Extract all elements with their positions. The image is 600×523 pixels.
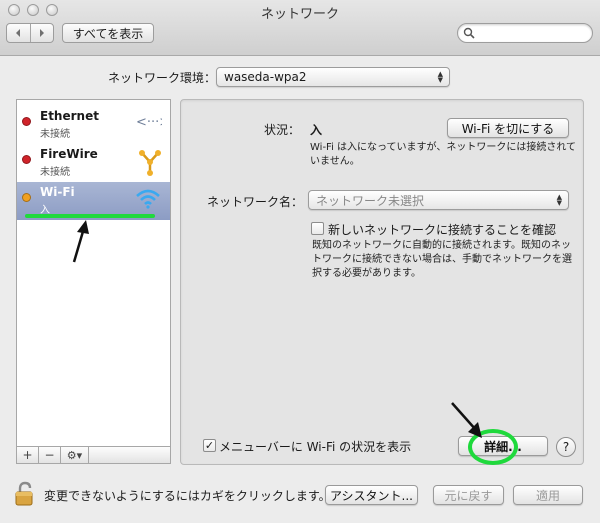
network-name-value: ネットワーク未選択 <box>316 193 425 208</box>
ask-to-join-description: 既知のネットワークに自動的に接続されます。既知のネットワークに接続できない場合は… <box>312 240 572 279</box>
service-list: Ethernet 未接続 <···> FireWire 未接続 Wi-Fi 入 <box>16 99 171 447</box>
gear-menu-button[interactable]: ⚙▾ <box>61 447 89 463</box>
lock-icon[interactable] <box>14 481 36 507</box>
help-button[interactable]: ? <box>556 437 576 457</box>
service-name: Ethernet <box>40 109 99 123</box>
location-label: ネットワーク環境： <box>108 71 217 85</box>
service-status: 未接続 <box>40 129 70 140</box>
apply-button[interactable]: 適用 <box>513 485 583 505</box>
back-button[interactable] <box>7 24 30 42</box>
show-wifi-in-menubar-label[interactable]: メニューバーに Wi-Fi の状況を表示 <box>219 438 411 455</box>
revert-button[interactable]: 元に戻す <box>433 485 504 505</box>
title-bar: ネットワーク すべてを表示 <box>0 0 600 56</box>
network-name-popup[interactable]: ネットワーク未選択 ▲ ▼ <box>308 190 569 210</box>
forward-button[interactable] <box>29 24 54 42</box>
popup-arrows-icon: ▲ ▼ <box>556 193 562 207</box>
search-field[interactable] <box>457 23 593 43</box>
chevron-left-icon <box>16 29 21 37</box>
back-forward-group <box>6 23 54 43</box>
show-wifi-in-menubar-checkbox[interactable]: ✓ <box>203 439 216 452</box>
annotation-arrow-icon <box>72 220 89 263</box>
location-value: waseda-wpa2 <box>224 70 307 84</box>
popup-arrows-icon: ▲ ▼ <box>437 70 443 84</box>
add-service-button[interactable]: + <box>17 447 39 463</box>
show-all-button[interactable]: すべてを表示 <box>62 23 154 43</box>
search-input[interactable] <box>478 25 586 41</box>
status-dot-icon <box>22 155 31 164</box>
service-item-firewire[interactable]: FireWire 未接続 <box>17 144 170 182</box>
network-preferences-window: ネットワーク すべてを表示 ネットワーク環境： waseda-wpa2 ▲ ▼ E… <box>0 0 600 523</box>
service-name: Wi-Fi <box>40 185 75 199</box>
location-popup[interactable]: waseda-wpa2 ▲ ▼ <box>216 67 450 87</box>
service-name: FireWire <box>40 147 98 161</box>
chevron-right-icon <box>39 29 44 37</box>
svg-text:<···>: <···> <box>136 115 162 130</box>
status-value: 入 <box>310 123 323 137</box>
ask-to-join-label[interactable]: 新しいネットワークに接続することを確認 <box>328 221 556 238</box>
checkmark-icon: ✓ <box>204 439 215 452</box>
search-icon <box>463 27 475 39</box>
assistant-button[interactable]: アシスタント... <box>325 485 418 505</box>
status-label: 状況： <box>264 123 301 137</box>
ethernet-icon: <···> <box>136 115 162 130</box>
lock-message: 変更できないようにするにはカギをクリックします。 <box>44 489 331 503</box>
turn-wifi-off-button[interactable]: Wi-Fi を切にする <box>447 118 569 138</box>
service-status: 未接続 <box>40 167 70 178</box>
wifi-icon <box>136 189 160 209</box>
network-name-label: ネットワーク名： <box>207 195 304 209</box>
remove-service-button[interactable]: − <box>39 447 61 463</box>
window-title: ネットワーク <box>260 7 339 22</box>
status-dot-icon <box>22 193 31 202</box>
firewire-icon <box>139 150 161 176</box>
status-dot-icon <box>22 117 31 126</box>
ask-to-join-checkbox[interactable] <box>311 222 324 235</box>
annotation-arrow-icon <box>451 402 482 438</box>
service-list-toolbar: + − ⚙▾ <box>16 446 171 464</box>
service-item-ethernet[interactable]: Ethernet 未接続 <···> <box>17 106 170 144</box>
status-description: Wi-Fi は入になっていますが、ネットワークには接続されていません。 <box>310 142 577 167</box>
